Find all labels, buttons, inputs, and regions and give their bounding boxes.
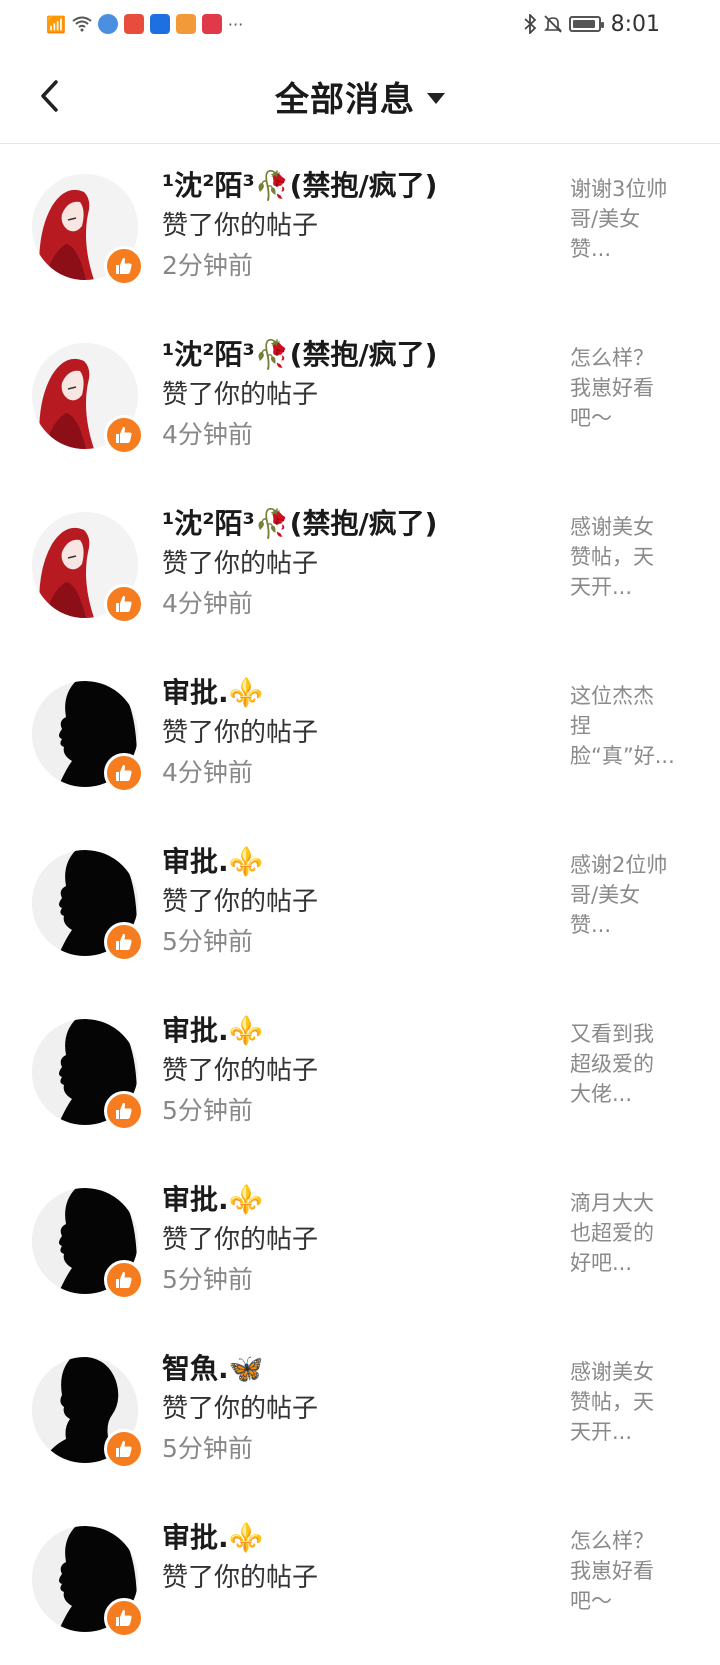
battery-icon [568, 16, 604, 32]
message-list: ¹沈²陌³🥀(禁抱/疯了) 赞了你的帖子 2分钟前 谢谢3位帅哥/美女赞... … [0, 144, 720, 1665]
wifi-icon [72, 14, 92, 34]
like-badge [104, 1429, 144, 1469]
browser-icon [97, 14, 118, 34]
message-content: 审批.⚜️ 赞了你的帖子 [162, 1518, 552, 1598]
like-badge [104, 1260, 144, 1300]
timestamp: 4分钟前 [162, 589, 253, 618]
timestamp: 2分钟前 [162, 251, 253, 280]
message-item[interactable]: 审批.⚜️ 赞了你的帖子 怎么样？我崽好看吧～ [0, 1496, 720, 1665]
post-preview[interactable]: 这位杰杰捏脸“真”好... [570, 681, 675, 771]
message-content: 审批.⚜️ 赞了你的帖子 5分钟前 [162, 842, 552, 962]
status-left-icons: 📶 ··· [46, 14, 243, 34]
like-badge [104, 1598, 144, 1638]
page-title: 全部消息 [275, 79, 415, 120]
message-item[interactable]: ¹沈²陌³🥀(禁抱/疯了) 赞了你的帖子 2分钟前 谢谢3位帅哥/美女赞... [0, 144, 720, 313]
user-name[interactable]: 智魚.🦋 [162, 1349, 552, 1389]
bulb-app-icon [149, 14, 170, 34]
message-item[interactable]: 审批.⚜️ 赞了你的帖子 5分钟前 感谢2位帅哥/美女赞... [0, 820, 720, 989]
more-dots-icon: ··· [227, 14, 244, 34]
message-content: ¹沈²陌³🥀(禁抱/疯了) 赞了你的帖子 4分钟前 [162, 335, 552, 455]
thumbs-up-icon [116, 1440, 132, 1457]
thumbs-up-icon [116, 764, 132, 781]
timestamp: 5分钟前 [162, 1265, 253, 1294]
like-badge [104, 753, 144, 793]
post-preview[interactable]: 感谢2位帅哥/美女赞... [570, 850, 672, 940]
message-item[interactable]: ¹沈²陌³🥀(禁抱/疯了) 赞了你的帖子 4分钟前 感谢美女赞帖，天天开... [0, 482, 720, 651]
status-right-icons: 8:01 [523, 12, 660, 37]
post-preview[interactable]: 谢谢3位帅哥/美女赞... [570, 174, 672, 264]
action-text: 赞了你的帖子 [162, 1056, 319, 1086]
user-name[interactable]: ¹沈²陌³🥀(禁抱/疯了) [162, 166, 552, 206]
action-text: 赞了你的帖子 [162, 1394, 319, 1424]
message-content: 智魚.🦋 赞了你的帖子 5分钟前 [162, 1349, 552, 1469]
action-text: 赞了你的帖子 [162, 380, 319, 410]
post-preview[interactable]: 怎么样？我崽好看吧～ [570, 343, 672, 433]
timestamp: 4分钟前 [162, 420, 253, 449]
user-name[interactable]: ¹沈²陌³🥀(禁抱/疯了) [162, 504, 552, 544]
timestamp: 5分钟前 [162, 927, 253, 956]
message-item[interactable]: 智魚.🦋 赞了你的帖子 5分钟前 感谢美女赞帖，天天开... [0, 1327, 720, 1496]
post-preview[interactable]: 又看到我超级爱的大佬... [570, 1019, 672, 1109]
action-text: 赞了你的帖子 [162, 549, 319, 579]
thumbs-up-icon [116, 933, 132, 950]
post-preview[interactable]: 感谢美女赞帖，天天开... [570, 512, 672, 602]
header: 全部消息 [0, 48, 720, 144]
action-text: 赞了你的帖子 [162, 718, 319, 748]
thumbs-up-icon [116, 595, 132, 612]
like-badge [104, 415, 144, 455]
action-text: 赞了你的帖子 [162, 211, 319, 241]
message-item[interactable]: 审批.⚜️ 赞了你的帖子 5分钟前 又看到我超级爱的大佬... [0, 989, 720, 1158]
reader-app-icon [201, 14, 222, 34]
status-time: 8:01 [610, 11, 660, 37]
user-name[interactable]: 审批.⚜️ [162, 842, 552, 882]
message-item[interactable]: 审批.⚜️ 赞了你的帖子 4分钟前 这位杰杰捏脸“真”好... [0, 651, 720, 820]
post-preview[interactable]: 滴月大大也超爱的好吧... [570, 1188, 672, 1278]
user-name[interactable]: 审批.⚜️ [162, 1011, 552, 1051]
thumbs-up-icon [116, 1102, 132, 1119]
message-content: 审批.⚜️ 赞了你的帖子 4分钟前 [162, 673, 552, 793]
like-badge [104, 584, 144, 624]
thumbs-up-icon [116, 257, 132, 274]
timestamp: 5分钟前 [162, 1434, 253, 1463]
message-item[interactable]: 审批.⚜️ 赞了你的帖子 5分钟前 滴月大大也超爱的好吧... [0, 1158, 720, 1327]
title-dropdown[interactable]: 全部消息 [0, 48, 720, 144]
bluetooth-icon [523, 14, 537, 34]
like-badge [104, 246, 144, 286]
user-name[interactable]: 审批.⚜️ [162, 1518, 552, 1558]
timestamp: 4分钟前 [162, 758, 253, 787]
user-name[interactable]: 审批.⚜️ [162, 673, 552, 713]
thumbs-up-icon [116, 1271, 132, 1288]
message-content: ¹沈²陌³🥀(禁抱/疯了) 赞了你的帖子 2分钟前 [162, 166, 552, 286]
thumbs-up-icon [116, 1609, 132, 1626]
mute-bell-icon [543, 14, 563, 34]
action-text: 赞了你的帖子 [162, 887, 319, 917]
signal-off-icon: 📶 [46, 14, 66, 34]
caret-down-icon [427, 92, 445, 104]
user-name[interactable]: 审批.⚜️ [162, 1180, 552, 1220]
action-text: 赞了你的帖子 [162, 1225, 319, 1255]
app-icon-1 [123, 14, 144, 34]
message-item[interactable]: ¹沈²陌³🥀(禁抱/疯了) 赞了你的帖子 4分钟前 怎么样？我崽好看吧～ [0, 313, 720, 482]
thumbs-up-icon [116, 426, 132, 443]
timestamp: 5分钟前 [162, 1096, 253, 1125]
message-content: 审批.⚜️ 赞了你的帖子 5分钟前 [162, 1011, 552, 1131]
message-content: ¹沈²陌³🥀(禁抱/疯了) 赞了你的帖子 4分钟前 [162, 504, 552, 624]
message-content: 审批.⚜️ 赞了你的帖子 5分钟前 [162, 1180, 552, 1300]
post-preview[interactable]: 感谢美女赞帖，天天开... [570, 1357, 672, 1447]
post-preview[interactable]: 怎么样？我崽好看吧～ [570, 1526, 672, 1616]
user-name[interactable]: ¹沈²陌³🥀(禁抱/疯了) [162, 335, 552, 375]
like-badge [104, 1091, 144, 1131]
status-bar: 📶 ··· 8:01 [0, 0, 720, 48]
video-app-icon [175, 14, 196, 34]
like-badge [104, 922, 144, 962]
action-text: 赞了你的帖子 [162, 1563, 319, 1593]
